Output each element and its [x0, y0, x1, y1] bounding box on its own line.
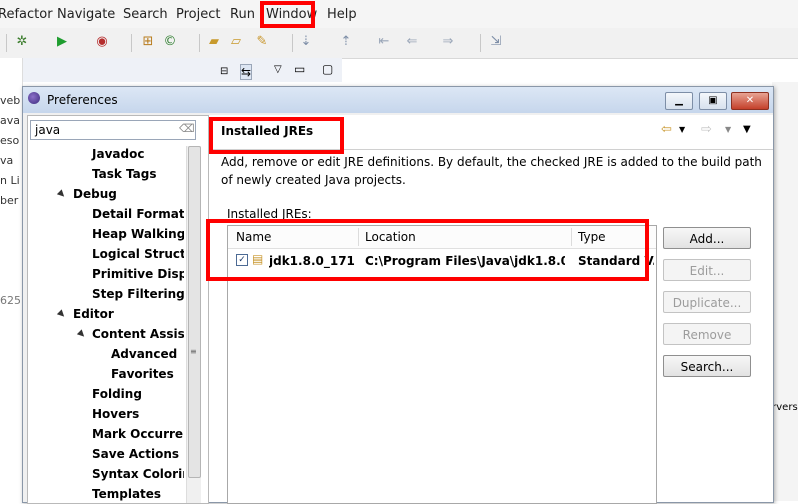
preferences-tree-pane: java ⌫ Javadoc Task Tags ▲ Debug Detail …	[27, 115, 209, 504]
background-text: n Li	[0, 174, 20, 187]
expanded-arrow-icon[interactable]: ▲	[55, 308, 67, 320]
view-tabs-background: ⊟ ⇆ ▽ ▭ ▢	[22, 58, 342, 82]
grip-icon: ≡	[190, 347, 197, 356]
forward-icon[interactable]: ⇒	[440, 34, 456, 50]
tree-item-javadoc[interactable]: Javadoc	[92, 147, 144, 161]
maximize-window-button[interactable]: ▣	[699, 92, 727, 110]
search-icon[interactable]: ✎	[254, 34, 270, 50]
remove-button[interactable]: Remove	[663, 323, 751, 345]
duplicate-button[interactable]: Duplicate...	[663, 291, 751, 313]
toolbar: ✲ ▶ ◉ ⊞ © ▰ ▱ ✎ ⇣ ⇡ ⇤ ⇐ ⇒ ⇲	[0, 28, 798, 59]
back-icon[interactable]: ⇤	[376, 34, 392, 50]
search-button[interactable]: Search...	[663, 355, 751, 377]
tree-item-debug[interactable]: Debug	[73, 187, 117, 201]
toolbar-separator	[199, 34, 200, 52]
view-menu-icon[interactable]: ▽	[274, 64, 282, 75]
view-menu-icon[interactable]: ▼	[743, 124, 751, 135]
tree-item-hovers[interactable]: Hovers	[92, 407, 139, 421]
debug-icon[interactable]: ✲	[14, 34, 30, 50]
forward-nav-dropdown-icon[interactable]: ▼	[725, 125, 731, 134]
preferences-tree: Javadoc Task Tags ▲ Debug Detail Formatt…	[28, 144, 184, 503]
filter-input-value: java	[35, 123, 61, 137]
tree-item-folding[interactable]: Folding	[92, 387, 142, 401]
next-annotation-icon[interactable]: ⇣	[298, 34, 314, 50]
toolbar-separator	[292, 34, 293, 52]
tree-item-detail-formatters[interactable]: Detail Formatters	[92, 207, 184, 221]
preferences-dialog: Preferences ▁ ▣ ✕ java ⌫ Javadoc Task Ta…	[22, 86, 774, 504]
tree-item-save-actions[interactable]: Save Actions	[92, 447, 179, 461]
menu-navigate[interactable]: Navigate	[57, 7, 115, 22]
tree-item-syntax-coloring[interactable]: Syntax Coloring	[92, 467, 184, 481]
servers-view-background: ervers	[766, 82, 798, 501]
menu-search[interactable]: Search	[123, 7, 168, 22]
background-text: eso	[0, 134, 20, 147]
page-description-line-1: Add, remove or edit JRE definitions. By …	[221, 155, 762, 169]
minimize-window-button[interactable]: ▁	[665, 92, 693, 110]
toolbar-separator	[131, 34, 132, 52]
tree-item-editor[interactable]: Editor	[73, 307, 114, 321]
toolbar-separator	[6, 34, 7, 52]
menu-refactor[interactable]: Refactor	[0, 7, 53, 22]
tree-item-heap-walking[interactable]: Heap Walking	[92, 227, 184, 241]
run-icon[interactable]: ▶	[54, 34, 70, 50]
scrollbar-thumb[interactable]: ≡	[188, 146, 201, 478]
tree-item-step-filtering[interactable]: Step Filtering	[92, 287, 184, 301]
tree-item-task-tags[interactable]: Task Tags	[92, 167, 157, 181]
background-text: veb	[0, 94, 20, 107]
add-button[interactable]: Add...	[663, 227, 751, 249]
tree-item-templates[interactable]: Templates	[92, 487, 161, 501]
highlight-box-jre-row	[206, 219, 649, 281]
tree-item-primitive-display[interactable]: Primitive Display	[92, 267, 184, 281]
open-type-icon[interactable]: ▱	[228, 34, 244, 50]
menu-project[interactable]: Project	[176, 7, 220, 22]
external-tools-icon[interactable]: ◉	[94, 34, 110, 50]
clear-filter-icon[interactable]: ⌫	[179, 122, 195, 135]
back-nav-icon[interactable]: ⇦	[661, 122, 672, 137]
new-class-icon[interactable]: ©	[162, 34, 178, 50]
installed-jres-page: Installed JREs ⇦ ▼ ⇨ ▼ ▼ Add, remove or …	[209, 115, 773, 504]
maximize-view-icon[interactable]: ▢	[322, 62, 333, 76]
expanded-arrow-icon[interactable]: ▲	[55, 188, 67, 200]
background-text: ava	[0, 114, 20, 127]
tree-item-content-assist[interactable]: Content Assist	[92, 327, 184, 341]
highlight-box-window-menu	[260, 1, 315, 28]
minimize-icon[interactable]: ⊟	[220, 66, 228, 77]
pin-icon[interactable]: ⇲	[488, 34, 504, 50]
eclipse-icon	[28, 92, 40, 104]
background-text: va	[0, 154, 14, 167]
expanded-arrow-icon[interactable]: ▲	[75, 328, 87, 340]
filter-input[interactable]: java ⌫	[30, 120, 196, 140]
tree-item-advanced[interactable]: Advanced	[111, 347, 177, 361]
back-nav-dropdown-icon[interactable]: ▼	[679, 125, 685, 134]
forward-nav-icon: ⇨	[701, 122, 712, 137]
toolbar-separator	[480, 34, 481, 52]
menu-bar: Refactor Navigate Search Project Run Win…	[0, 0, 798, 28]
tree-item-favorites[interactable]: Favorites	[111, 367, 174, 381]
menu-help[interactable]: Help	[327, 7, 357, 22]
dialog-title: Preferences	[47, 93, 118, 107]
dialog-titlebar: Preferences ▁ ▣ ✕	[23, 87, 773, 113]
prev-annotation-icon[interactable]: ⇡	[338, 34, 354, 50]
link-editor-icon[interactable]: ⇆	[240, 64, 253, 80]
new-package-icon[interactable]: ⊞	[140, 34, 156, 50]
background-text: ber	[0, 194, 19, 207]
page-description-line-2: of newly created Java projects.	[221, 173, 406, 187]
highlight-box-page-title	[209, 117, 344, 154]
close-window-button[interactable]: ✕	[731, 92, 769, 110]
package-explorer-background: veb ava eso va n Li ber 625	[0, 58, 23, 501]
tree-item-mark-occurrences[interactable]: Mark Occurrences	[92, 427, 184, 441]
menu-run[interactable]: Run	[230, 7, 255, 22]
open-folder-icon[interactable]: ▰	[206, 34, 222, 50]
tree-scrollbar[interactable]: ≡	[186, 146, 201, 503]
background-text: 625	[0, 294, 20, 307]
edit-button[interactable]: Edit...	[663, 259, 751, 281]
minimize-view-icon[interactable]: ▭	[294, 62, 305, 76]
tree-item-logical-structures[interactable]: Logical Structures	[92, 247, 184, 261]
back-icon[interactable]: ⇐	[404, 34, 420, 50]
